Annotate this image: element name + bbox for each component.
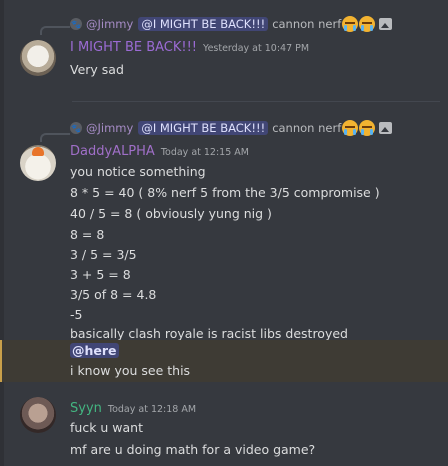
reply-preview[interactable]: 🐾 @Jimmy @I MIGHT BE BACK!!! cannon nerf [70, 120, 393, 136]
message-line: -5 [70, 307, 83, 322]
message-line: 40 / 5 = 8 ( obviously yung nig ) [70, 206, 272, 221]
reply-text: cannon nerf [272, 17, 342, 31]
message-line: 3 / 5 = 3/5 [70, 247, 137, 262]
message-line: basically clash royale is racist libs de… [70, 326, 348, 341]
here-mention[interactable]: @here [70, 343, 119, 358]
crying-face-emoji-icon [342, 120, 359, 136]
message-line: you notice something [70, 164, 206, 179]
pumpkin-hat-icon [32, 147, 44, 156]
reply-mention[interactable]: @I MIGHT BE BACK!!! [138, 17, 269, 31]
image-icon [379, 122, 393, 134]
message-line: 8 * 5 = 40 ( 8% nerf 5 from the 3/5 comp… [70, 185, 380, 200]
reply-username[interactable]: @Jimmy [86, 17, 133, 31]
reply-preview[interactable]: 🐾 @Jimmy @I MIGHT BE BACK!!! cannon nerf [70, 16, 393, 32]
message-1[interactable]: 🐾 @Jimmy @I MIGHT BE BACK!!! cannon nerf… [0, 0, 448, 92]
message-line: Very sad [70, 62, 124, 77]
username[interactable]: Syyn [70, 401, 102, 416]
message-line: i know you see this [70, 363, 191, 378]
reply-avatar-icon: 🐾 [70, 18, 82, 30]
image-icon [379, 18, 393, 30]
here-mention-line: @here [70, 343, 119, 358]
username[interactable]: DaddyALPHA [70, 144, 155, 159]
mention-highlight [0, 340, 448, 382]
message-divider [72, 101, 440, 102]
timestamp: Yesterday at 10:47 PM [203, 43, 310, 54]
timestamp: Today at 12:18 AM [107, 404, 197, 415]
reply-mention[interactable]: @I MIGHT BE BACK!!! [138, 121, 269, 135]
avatar[interactable] [20, 397, 56, 433]
reply-avatar-icon: 🐾 [70, 122, 82, 134]
message-line: 3/5 of 8 = 4.8 [70, 287, 157, 302]
message-line: 8 = 8 [70, 227, 105, 242]
message-line: fuck u want [70, 420, 144, 435]
avatar[interactable] [20, 145, 56, 181]
reply-spine [40, 26, 70, 35]
reply-username[interactable]: @Jimmy [86, 121, 133, 135]
reply-spine [40, 133, 70, 142]
timestamp: Today at 12:15 AM [160, 147, 249, 158]
crying-face-emoji-icon [359, 16, 376, 32]
crying-face-emoji-icon [342, 16, 359, 32]
username[interactable]: I MIGHT BE BACK!!! [70, 40, 197, 55]
message-line: 3 + 5 = 8 [70, 267, 131, 282]
avatar[interactable] [20, 40, 56, 76]
reply-text: cannon nerf [272, 121, 342, 135]
message-line: mf are u doing math for a video game? [70, 442, 316, 457]
crying-face-emoji-icon [359, 120, 376, 136]
